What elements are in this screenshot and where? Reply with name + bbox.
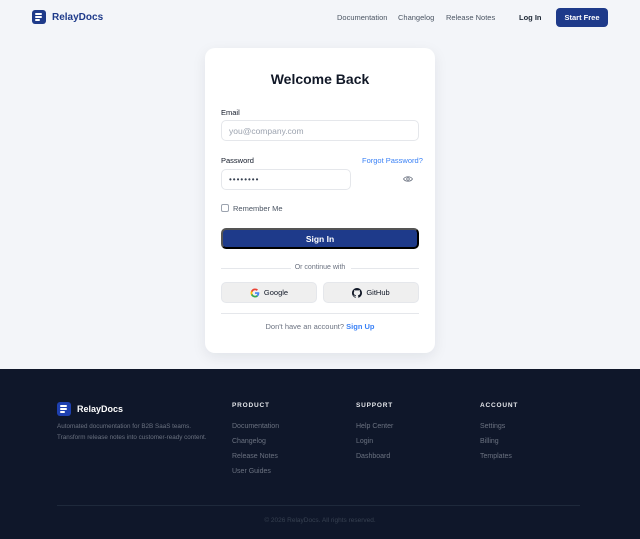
- signup-prompt: Don't have an account? Sign Up: [205, 322, 435, 331]
- email-label: Email: [221, 108, 240, 117]
- sign-up-link[interactable]: Sign Up: [346, 322, 374, 331]
- login-link[interactable]: Log In: [519, 13, 542, 22]
- copyright: © 2026 RelayDocs. All rights reserved.: [264, 517, 376, 524]
- google-button[interactable]: Google: [221, 282, 317, 303]
- page-title: Welcome Back: [270, 71, 370, 87]
- google-label: Google: [263, 288, 289, 297]
- footer-logo-icon: [57, 402, 71, 416]
- footer-brand-name: RelayDocs: [77, 404, 124, 414]
- footer-link-login[interactable]: Login: [356, 438, 373, 445]
- github-label: GitHub: [366, 288, 390, 297]
- site-footer: RelayDocs Automated documentation for B2…: [0, 369, 640, 539]
- footer-link-release-notes[interactable]: Release Notes: [232, 453, 278, 460]
- divider-text: Or continue with: [294, 264, 346, 271]
- sign-in-button[interactable]: Sign In: [221, 228, 419, 249]
- login-card: Welcome Back Email you@company.com Passw…: [205, 48, 435, 353]
- card-divider: [221, 313, 419, 314]
- eye-icon[interactable]: [403, 175, 413, 183]
- footer-link-dashboard[interactable]: Dashboard: [356, 453, 390, 460]
- footer-heading-product: PRODUCT: [232, 402, 270, 409]
- footer-link-user-guides[interactable]: User Guides: [232, 468, 271, 475]
- password-label: Password: [221, 156, 254, 165]
- footer-link-help-center[interactable]: Help Center: [356, 423, 393, 430]
- no-account-text: Don't have an account?: [265, 322, 345, 331]
- start-free-button[interactable]: Start Free: [556, 8, 608, 27]
- github-icon: [352, 287, 363, 298]
- footer-link-templates[interactable]: Templates: [480, 453, 512, 460]
- nav-changelog[interactable]: Changelog: [398, 13, 434, 22]
- nav-release-notes[interactable]: Release Notes: [446, 13, 495, 22]
- footer-heading-support: SUPPORT: [356, 402, 394, 409]
- remember-me-label[interactable]: Remember Me: [233, 204, 283, 213]
- remember-me-checkbox[interactable]: [221, 204, 229, 212]
- site-header: RelayDocs Documentation Changelog Releas…: [0, 0, 640, 36]
- google-icon: [250, 288, 260, 297]
- footer-brand[interactable]: RelayDocs: [57, 402, 123, 416]
- github-button[interactable]: GitHub: [323, 282, 419, 303]
- logo-icon: [32, 10, 46, 24]
- email-field[interactable]: you@company.com: [221, 120, 419, 141]
- forgot-password-link[interactable]: Forgot Password?: [362, 156, 423, 165]
- email-placeholder: you@company.com: [229, 125, 304, 136]
- brand-name: RelayDocs: [52, 11, 104, 23]
- brand-logo[interactable]: RelayDocs: [32, 10, 103, 24]
- password-value: ••••••••: [229, 175, 260, 184]
- password-field[interactable]: ••••••••: [221, 169, 351, 190]
- footer-heading-account: ACCOUNT: [480, 402, 519, 409]
- nav-documentation[interactable]: Documentation: [337, 13, 387, 22]
- footer-link-documentation[interactable]: Documentation: [232, 423, 279, 430]
- footer-link-changelog[interactable]: Changelog: [232, 438, 266, 445]
- footer-link-settings[interactable]: Settings: [480, 423, 505, 430]
- footer-description: Automated documentation for B2B SaaS tea…: [57, 423, 207, 441]
- footer-link-billing[interactable]: Billing: [480, 438, 499, 445]
- footer-divider: [57, 505, 580, 506]
